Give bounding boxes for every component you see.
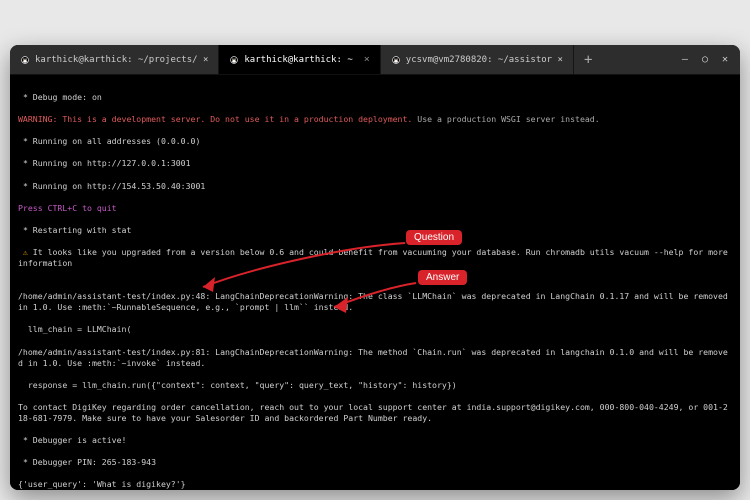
tab-1[interactable]: karthick@karthick: ~/projects/ × [10,45,219,74]
user-query-line: {'user_query': 'What is digikey?'} [18,479,732,490]
terminal-window: karthick@karthick: ~/projects/ × karthic… [10,45,740,490]
warning-icon: ⚠ [18,247,33,257]
term-line: * Debugger PIN: 265-183-943 [18,457,732,468]
tab-3[interactable]: ycsvm@vm2780820: ~/assistor × [381,45,574,74]
maximize-button[interactable]: ○ [702,54,708,65]
term-line: * Running on all addresses (0.0.0.0) [18,136,732,147]
term-line: * Running on http://154.53.50.40:3001 [18,181,732,192]
term-line: Press CTRL+C to quit [18,203,732,214]
terminal-output[interactable]: * Debug mode: on WARNING: This is a deve… [10,75,740,490]
term-line: * Debug mode: on [18,92,732,103]
tux-icon [391,55,401,65]
window-controls: — ○ ✕ [670,54,740,65]
term-line: To contact DigiKey regarding order cance… [18,402,732,424]
tab-label: karthick@karthick: ~/projects/ × [35,55,208,65]
tux-icon [20,55,30,65]
term-line: /home/admin/assistant-test/index.py:48: … [18,291,732,313]
new-tab-button[interactable]: + [574,52,602,68]
titlebar: karthick@karthick: ~/projects/ × karthic… [10,45,740,75]
term-line: * Running on http://127.0.0.1:3001 [18,158,732,169]
close-window-button[interactable]: ✕ [722,54,728,65]
term-line: * Restarting with stat [18,225,732,236]
close-tab-icon[interactable]: × [364,54,370,65]
tab-label: karthick@karthick: ~ [244,55,352,65]
term-line: WARNING: This is a development server. D… [18,114,732,125]
term-line: * Debugger is active! [18,435,732,446]
term-line: ⚠ It looks like you upgraded from a vers… [18,247,732,269]
warning-tail: Use a production WSGI server instead. [412,114,599,124]
minimize-button[interactable]: — [682,54,688,65]
tab-2[interactable]: karthick@karthick: ~ × [219,45,380,74]
warning-text: WARNING: This is a development server. D… [18,114,412,124]
term-line: llm_chain = LLMChain( [18,324,732,335]
term-line: response = llm_chain.run({"context": con… [18,380,732,391]
tux-icon [229,55,239,65]
term-line: /home/admin/assistant-test/index.py:81: … [18,347,732,369]
term-text: It looks like you upgraded from a versio… [18,247,733,268]
tab-label: ycsvm@vm2780820: ~/assistor × [406,55,563,65]
